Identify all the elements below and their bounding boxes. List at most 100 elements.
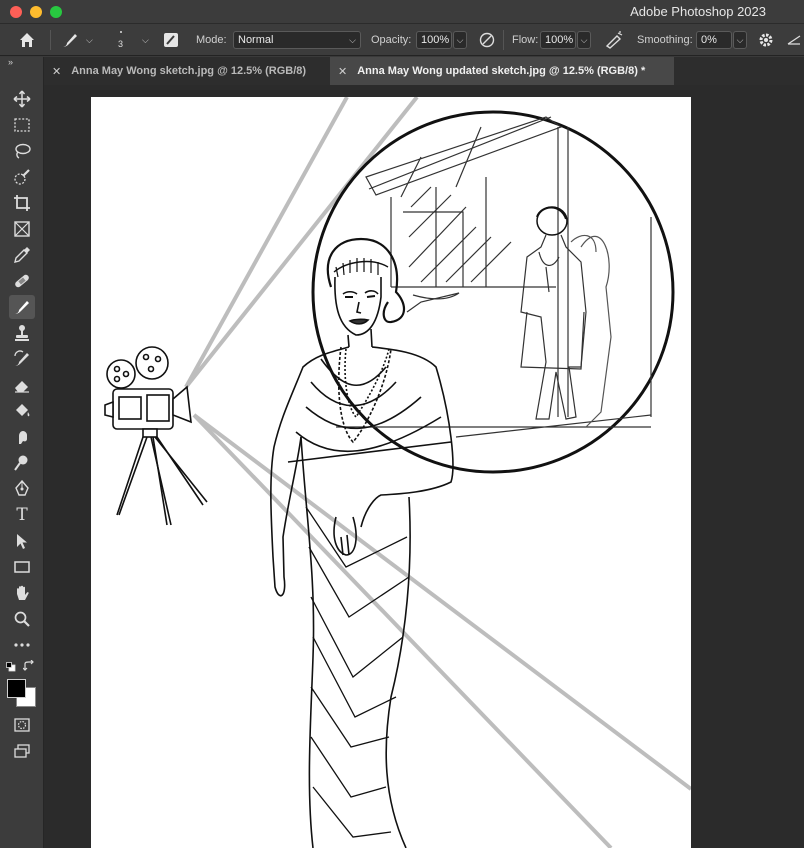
screen-mode-button[interactable] — [9, 739, 35, 763]
smoothing-dropdown[interactable]: ⌵ — [733, 31, 747, 49]
swap-colors-button[interactable] — [22, 659, 35, 672]
document-tab-updated-sketch[interactable]: ✕ Anna May Wong updated sketch.jpg @ 12.… — [330, 57, 674, 85]
smudge-icon — [19, 431, 27, 444]
bandage-icon — [15, 274, 29, 288]
lasso-icon — [15, 143, 31, 159]
ellipsis-icon — [14, 643, 30, 647]
eyedropper-tool[interactable] — [9, 243, 35, 267]
eyedropper-icon — [14, 247, 30, 263]
screen-mode-icon — [14, 744, 30, 758]
opacity-label: Opacity: — [371, 34, 412, 46]
angle-icon — [787, 35, 801, 45]
expand-panel-icon[interactable]: » — [8, 57, 13, 67]
stamp-icon — [15, 325, 29, 341]
flow-dropdown[interactable]: ⌵ — [577, 31, 591, 49]
opacity-dropdown[interactable]: ⌵ — [453, 31, 467, 49]
mode-value: Normal — [238, 34, 274, 46]
tab-label: Anna May Wong updated sketch.jpg @ 12.5%… — [357, 65, 646, 77]
document-tab-bar: ✕ Anna May Wong sketch.jpg @ 12.5% (RGB/… — [44, 57, 804, 85]
type-tool[interactable]: T — [9, 503, 35, 527]
move-icon — [13, 90, 31, 108]
chevron-down-icon: ⌵ — [580, 34, 588, 45]
lasso-tool[interactable] — [9, 139, 35, 163]
smoothing-input[interactable]: 0% — [696, 31, 732, 49]
smudge-tool[interactable] — [9, 425, 35, 449]
flow-value: 100% — [545, 34, 574, 46]
eraser-tool[interactable] — [9, 373, 35, 397]
clone-stamp-tool[interactable] — [9, 321, 35, 345]
foreground-color-swatch[interactable] — [7, 679, 26, 698]
frame-tool[interactable] — [9, 217, 35, 241]
brush-angle-button[interactable] — [786, 24, 802, 56]
hand-tool[interactable] — [9, 581, 35, 605]
brush-size-preview[interactable]: 3 — [118, 24, 123, 56]
healing-brush-tool[interactable] — [9, 269, 35, 293]
chevron-down-icon: ⌵ — [86, 34, 93, 45]
pen-icon — [15, 480, 29, 496]
default-colors-button[interactable] — [6, 662, 16, 672]
arrow-icon — [17, 534, 27, 549]
app-title: Adobe Photoshop 2023 — [630, 4, 766, 19]
default-colors-icon — [6, 662, 16, 672]
type-icon: T — [16, 505, 28, 525]
mode-label: Mode: — [196, 34, 227, 46]
brush-tool[interactable] — [9, 295, 35, 319]
flow-label: Flow: — [512, 34, 539, 46]
chevron-down-icon: ⌵ — [736, 34, 744, 45]
brush-icon — [63, 34, 77, 47]
pressure-opacity-icon — [479, 32, 495, 48]
crop-icon — [14, 195, 30, 211]
zoom-tool[interactable] — [9, 607, 35, 631]
paint-bucket-icon — [16, 404, 30, 417]
brush-settings-toggle[interactable] — [162, 24, 180, 56]
close-window-button[interactable] — [10, 6, 22, 18]
brush-tip-dot — [119, 31, 122, 33]
paint-bucket-tool[interactable] — [9, 399, 35, 423]
dodge-icon — [14, 455, 28, 471]
gear-icon — [759, 33, 773, 47]
history-brush-icon — [14, 350, 29, 366]
close-tab-icon[interactable]: ✕ — [338, 65, 347, 78]
brush-preset-picker[interactable]: ⌵ — [60, 24, 93, 56]
canvas-workspace[interactable] — [44, 85, 804, 848]
title-bar: Adobe Photoshop 2023 — [0, 0, 804, 24]
dodge-tool[interactable] — [9, 451, 35, 475]
brush-size-dropdown[interactable]: ⌵ — [142, 24, 149, 56]
rectangle-tool[interactable] — [9, 555, 35, 579]
options-bar: ⌵ 3 ⌵ Mode: Normal ⌵ Opacity: 100% ⌵ Flo… — [0, 24, 804, 56]
history-brush-tool[interactable] — [9, 347, 35, 371]
document-canvas[interactable] — [91, 97, 691, 848]
pressure-opacity-button[interactable] — [478, 24, 496, 56]
path-selection-tool[interactable] — [9, 529, 35, 553]
brush-size-value: 3 — [118, 39, 124, 49]
smoothing-label: Smoothing: — [637, 34, 693, 46]
airbrush-button[interactable] — [604, 24, 624, 56]
minimize-window-button[interactable] — [30, 6, 42, 18]
document-tab-sketch[interactable]: ✕ Anna May Wong sketch.jpg @ 12.5% (RGB/… — [44, 57, 329, 85]
flow-input[interactable]: 100% — [540, 31, 576, 49]
eraser-icon — [15, 381, 29, 393]
marquee-tool[interactable] — [9, 113, 35, 137]
rectangle-marquee-icon — [14, 118, 30, 132]
quick-mask-button[interactable] — [9, 713, 35, 737]
mode-select[interactable]: Normal ⌵ — [233, 31, 361, 49]
more-tools[interactable] — [9, 633, 35, 657]
home-button[interactable] — [18, 24, 36, 56]
close-tab-icon[interactable]: ✕ — [52, 65, 61, 78]
crop-tool[interactable] — [9, 191, 35, 215]
airbrush-icon — [605, 31, 623, 49]
quick-selection-tool[interactable] — [9, 165, 35, 189]
move-tool[interactable] — [9, 87, 35, 111]
smoothing-options-button[interactable] — [757, 24, 775, 56]
opacity-input[interactable]: 100% — [416, 31, 452, 49]
quick-mask-icon — [14, 718, 30, 732]
pen-tool[interactable] — [9, 477, 35, 501]
swap-colors-icon — [22, 659, 34, 671]
tab-label: Anna May Wong sketch.jpg @ 12.5% (RGB/8) — [71, 65, 307, 77]
tools-panel: » T — [0, 57, 44, 848]
brush-settings-icon — [164, 33, 178, 47]
frame-icon — [14, 221, 30, 237]
chevron-down-icon: ⌵ — [456, 34, 464, 45]
smoothing-value: 0% — [701, 34, 717, 46]
zoom-window-button[interactable] — [50, 6, 62, 18]
